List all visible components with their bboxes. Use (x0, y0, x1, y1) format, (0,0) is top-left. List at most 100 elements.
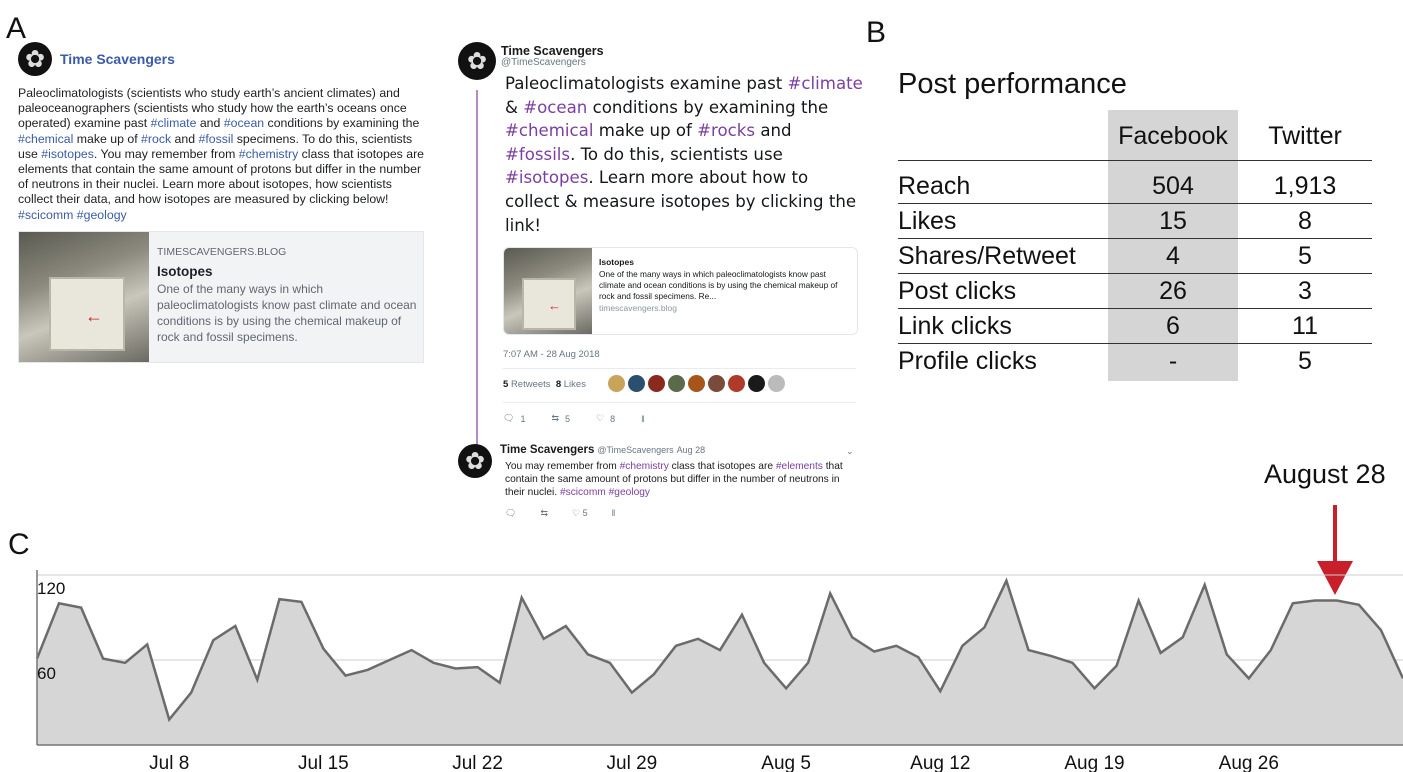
twitter-value: 5 (1238, 238, 1372, 274)
post-text-segment: Paleoclimatologists examine past (505, 74, 788, 93)
facebook-value: 26 (1108, 273, 1238, 309)
liker-avatar[interactable] (748, 375, 765, 392)
tweet-author-handle[interactable]: @TimeScavengers (501, 57, 586, 68)
tweet-text: Paleoclimatologists examine past #climat… (505, 72, 865, 237)
table-row: Reach 504 1,913 (898, 169, 1372, 204)
reply-button[interactable]: 🗨︎ 1 (503, 413, 525, 424)
reply-author-handle[interactable]: @TimeScavengers (597, 445, 673, 455)
activity-area-chart: 60 120 Jul 8 Jul 15 Jul 22 Jul 29 Aug 5 Aug 12 A… (35, 570, 1403, 772)
hashtag-link[interactable]: #chemical (18, 132, 73, 146)
analytics-icon: ‖ (641, 413, 645, 424)
panel-label-b: B (866, 16, 887, 49)
hashtag-link[interactable]: #geology (77, 208, 127, 222)
tweet-timestamp[interactable]: 7:07 AM - 28 Aug 2018 (503, 349, 600, 360)
x-tick-label: Aug 19 (1064, 753, 1124, 772)
hashtag-link[interactable]: #isotopes (41, 147, 94, 161)
hashtag-link[interactable]: #climate (788, 74, 863, 93)
page-name-link[interactable]: Time Scavengers (60, 51, 175, 67)
panel-label-a: A (6, 12, 27, 45)
tweet-avatar[interactable] (458, 42, 496, 80)
post-text-segment: class that isotopes are (668, 461, 776, 472)
hashtag-link[interactable]: #chemical (505, 121, 593, 140)
hashtag-link[interactable]: #scicomm (18, 208, 73, 222)
reply-author-name[interactable]: Time Scavengers (500, 444, 594, 456)
facebook-value: 504 (1108, 169, 1238, 204)
retweets-count[interactable]: 5 (503, 379, 508, 390)
y-tick-label: 120 (37, 579, 65, 598)
hashtag-link[interactable]: #ocean (523, 98, 587, 117)
liker-avatar[interactable] (728, 375, 745, 392)
post-text-segment: and (196, 116, 224, 131)
hashtag-link[interactable]: #fossil (198, 132, 233, 146)
table-row: Post clicks 26 3 (898, 273, 1372, 309)
column-header-metric (898, 112, 1108, 161)
facebook-value: 15 (1108, 203, 1238, 239)
link-card-title[interactable]: Isotopes (157, 264, 417, 279)
liker-avatar[interactable] (628, 375, 645, 392)
hashtag-link[interactable]: #geology (609, 487, 650, 498)
tweet-author-name[interactable]: Time Scavengers (501, 44, 604, 58)
tweet-card-title: Isotopes (599, 257, 634, 267)
hashtag-link[interactable]: #chemistry (239, 147, 298, 161)
hashtag-link[interactable]: #isotopes (505, 168, 588, 187)
hashtag-link[interactable]: #rocks (697, 121, 755, 140)
metric-name: Profile clicks (898, 346, 1037, 375)
reply-actions: 🗨︎ ⇆ ♡ 5 ‖ (505, 508, 615, 519)
hashtag-link[interactable]: #elements (776, 461, 823, 472)
liker-avatar[interactable] (708, 375, 725, 392)
retweet-button[interactable]: ⇆ 5 (551, 413, 570, 424)
post-text-segment: You may remember from (505, 461, 620, 472)
likes-label[interactable]: Likes (564, 379, 586, 390)
hashtag-link[interactable]: #chemistry (620, 461, 669, 472)
liker-avatar[interactable] (608, 375, 625, 392)
annotation-label: August 28 (1264, 459, 1386, 489)
tweet-link-card[interactable]: ← Isotopes One of the many ways in which… (503, 247, 858, 335)
x-tick-label: Aug 26 (1219, 753, 1279, 772)
likes-count[interactable]: 8 (556, 379, 561, 390)
like-count: 5 (582, 508, 588, 518)
reply-avatar[interactable] (458, 444, 492, 478)
retweets-label[interactable]: Retweets (511, 379, 551, 390)
like-button[interactable]: ♡ 5 (572, 508, 588, 519)
metric-name: Reach (898, 169, 1108, 204)
twitter-value: 1,913 (1238, 169, 1372, 204)
like-button[interactable]: ♡ 8 (596, 413, 615, 424)
retweet-icon[interactable]: ⇆ (540, 508, 548, 519)
facebook-value: 4 (1108, 238, 1238, 274)
liker-avatar[interactable] (648, 375, 665, 392)
chevron-down-icon[interactable]: ⌄ (846, 446, 854, 457)
reply-date[interactable]: Aug 28 (677, 445, 706, 455)
facebook-link-card[interactable]: ← TIMESCAVENGERS.BLOG Isotopes One of th… (18, 230, 424, 363)
hashtag-link[interactable]: #climate (151, 116, 197, 130)
retweet-count: 5 (565, 413, 571, 424)
hashtag-link[interactable]: #scicomm (560, 487, 606, 498)
hashtag-link[interactable]: #ocean (224, 116, 264, 130)
analytics-icon[interactable]: ‖ (612, 508, 616, 519)
twitter-value: 5 (1298, 346, 1312, 375)
post-text-segment: make up of (73, 131, 142, 146)
liker-avatar[interactable] (668, 375, 685, 392)
liker-avatar[interactable] (688, 375, 705, 392)
x-tick-label: Jul 15 (298, 753, 349, 772)
metric-name: Post clicks (898, 273, 1108, 309)
page-avatar[interactable] (18, 42, 52, 76)
post-text-segment: make up of (593, 121, 698, 141)
facebook-value: - (1168, 346, 1178, 375)
post-text-segment: . You may remember from (93, 146, 239, 161)
heart-icon: ♡ (571, 508, 581, 518)
reply-icon[interactable]: 🗨︎ (505, 508, 516, 519)
hashtag-link[interactable]: #rock (141, 132, 171, 146)
analytics-button[interactable]: ‖ (641, 413, 645, 424)
tweet-actions: 🗨︎ 1 ⇆ 5 ♡ 8 ‖ (503, 413, 645, 424)
reply-tweet: Time Scavengers @TimeScavengers Aug 28 ⌄… (458, 444, 858, 518)
post-text-segment: conditions by examining the (264, 116, 420, 131)
tweet: Time Scavengers @TimeScavengers Paleocli… (458, 42, 863, 518)
facebook-value: 6 (1108, 308, 1238, 344)
thread-line (476, 90, 478, 472)
liker-avatar[interactable] (768, 375, 785, 392)
panel-label-c: C (8, 528, 30, 561)
performance-title: Post performance (898, 68, 1127, 100)
hashtag-link[interactable]: #fossils (505, 145, 570, 164)
twitter-value: 11 (1238, 308, 1372, 344)
column-header-facebook: Facebook (1108, 112, 1238, 161)
